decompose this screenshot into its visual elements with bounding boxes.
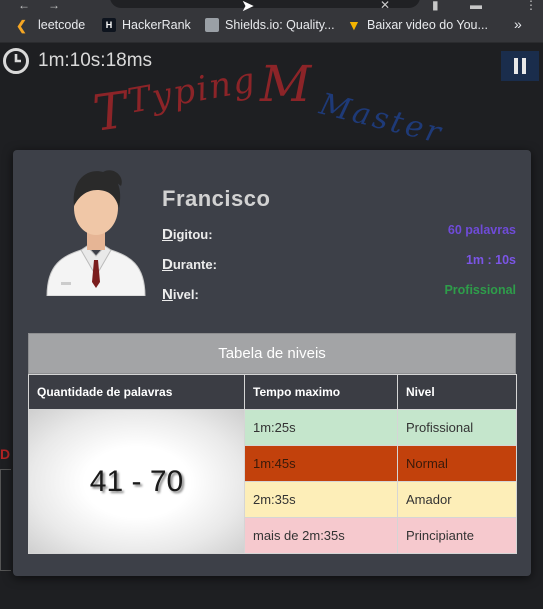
- bookmark-shields[interactable]: Shields.io: Quality...: [205, 18, 335, 32]
- mouse-cursor-icon: ➤: [241, 0, 255, 15]
- menu-icon[interactable]: ⋮: [525, 0, 537, 12]
- typed-value: 60 palavras: [447, 223, 516, 237]
- time-cell: 2m:35s: [244, 481, 398, 518]
- duration-label-initial: D: [162, 256, 173, 273]
- bookmark-baixar-video[interactable]: ▼ Baixar video do You...: [347, 18, 488, 32]
- header-level: Nivel: [397, 374, 517, 410]
- duration-value: 1m : 10s: [465, 253, 516, 267]
- level-cell: Profissional: [397, 409, 517, 446]
- bookmark-label: HackerRank: [122, 18, 191, 32]
- hackerrank-icon: H: [102, 18, 116, 32]
- bookmark-leetcode[interactable]: ❮ leetcode: [16, 18, 86, 33]
- profile-icon[interactable]: ▬: [470, 0, 482, 12]
- user-avatar-icon: [46, 170, 146, 296]
- level-cell: Principiante: [397, 517, 517, 554]
- bookmarks-bar: ← → ➤ ✕ ▮ ▬ ⋮ ❮ leetcode H HackerRank Sh…: [0, 0, 543, 43]
- typed-label: Digitou:: [162, 226, 213, 243]
- word-range-cell: 41 - 70: [28, 409, 245, 554]
- typed-label-initial: D: [162, 226, 173, 243]
- typing-master-logo: T Typing M Master: [90, 55, 447, 152]
- levels-table: Tabela de niveis Quantidade de palavras …: [28, 333, 517, 554]
- bookmark-label: Shields.io: Quality...: [225, 18, 335, 32]
- back-icon[interactable]: ←: [18, 0, 30, 12]
- bookmark-label: leetcode: [38, 18, 86, 32]
- logo-word-master: Master: [315, 87, 447, 152]
- duration-label-text: urante:: [172, 257, 217, 272]
- page: 1m:10s:18ms T Typing M Master D Francisc…: [0, 43, 543, 609]
- side-heading-letter: D: [0, 446, 11, 462]
- clear-icon[interactable]: ✕: [380, 0, 390, 12]
- time-cell: mais de 2m:35s: [244, 517, 398, 554]
- pause-icon: [514, 58, 526, 74]
- level-cell: Normal: [397, 445, 517, 482]
- side-panel-edge: [0, 469, 11, 571]
- pause-button[interactable]: [501, 51, 539, 81]
- level-value: Profissional: [444, 283, 516, 297]
- level-label: Nivel:: [162, 286, 199, 303]
- logo-word-typing: Typing: [125, 60, 260, 122]
- time-cell: 1m:25s: [244, 409, 398, 446]
- leetcode-icon: ❮: [16, 18, 27, 33]
- levels-table-caption: Tabela de niveis: [28, 333, 516, 374]
- player-name: Francisco: [162, 186, 271, 211]
- typed-label-text: igitou:: [172, 227, 213, 242]
- more-bookmarks-icon[interactable]: »: [514, 16, 522, 32]
- levels-table-header: Quantidade de palavras Tempo maximo Nive…: [28, 374, 517, 410]
- address-bar[interactable]: [110, 0, 420, 8]
- extension-icon[interactable]: ▮: [432, 0, 439, 12]
- bookmark-label: Baixar video do You...: [367, 18, 488, 32]
- level-cell: Amador: [397, 481, 517, 518]
- level-label-text: ivel:: [172, 287, 199, 302]
- clock-icon: [3, 48, 29, 74]
- download-icon: ▼: [347, 17, 361, 33]
- header-max-time: Tempo maximo: [244, 374, 398, 410]
- svg-text:M: M: [259, 55, 313, 113]
- level-label-initial: N: [162, 286, 173, 303]
- shields-icon: [205, 18, 219, 32]
- table-row: 41 - 70 1m:25s Profissional: [28, 409, 517, 554]
- header-word-count: Quantidade de palavras: [28, 374, 245, 410]
- time-cell: 1m:45s: [244, 445, 398, 482]
- duration-label: Durante:: [162, 256, 217, 273]
- result-modal: Francisco Digitou: 60 palavras Durante: …: [13, 150, 531, 576]
- forward-icon[interactable]: →: [48, 0, 60, 12]
- bookmark-hackerrank[interactable]: H HackerRank: [102, 18, 191, 32]
